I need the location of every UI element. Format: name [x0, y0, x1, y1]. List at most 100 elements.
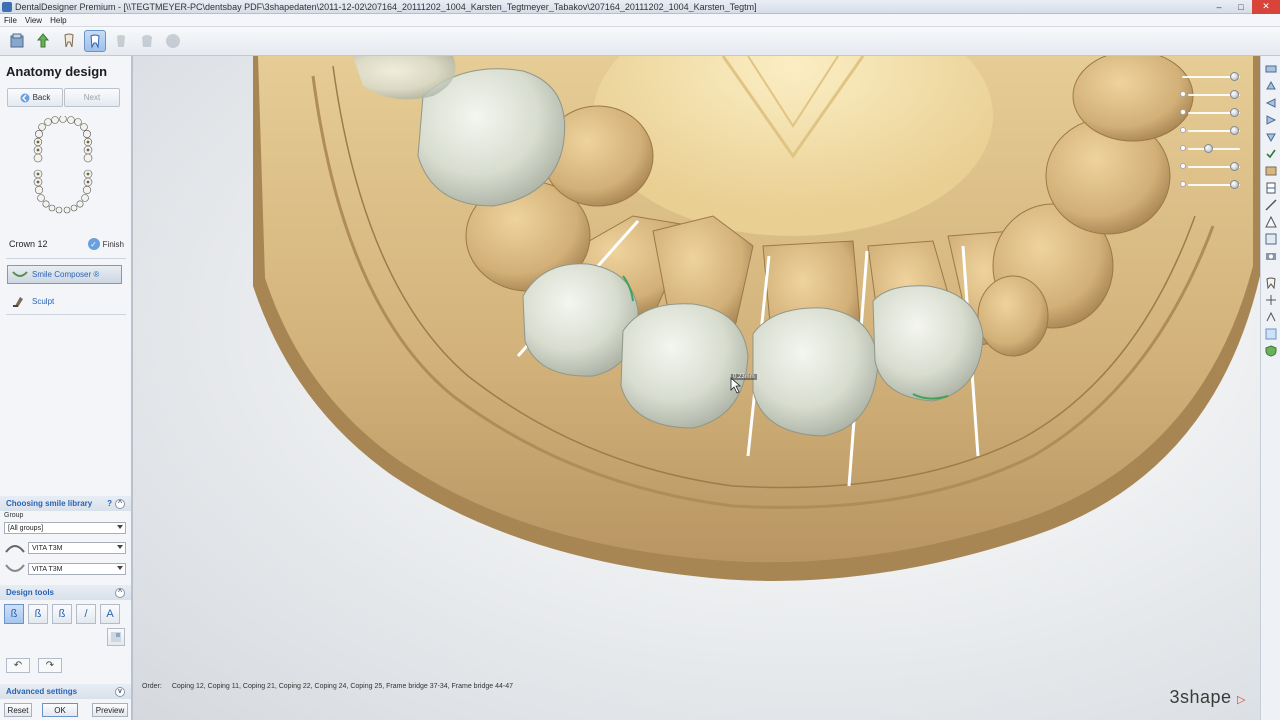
- model-visibility-icon[interactable]: [1264, 164, 1278, 178]
- next-label: Next: [83, 93, 101, 102]
- help-icon[interactable]: ?: [107, 499, 112, 508]
- next-button[interactable]: Next: [64, 88, 120, 107]
- group-select[interactable]: [All groups]: [4, 522, 126, 534]
- workflow-toolbar: [0, 27, 1280, 56]
- checkmark-icon: ✓: [87, 238, 100, 250]
- window-title: DentalDesigner Premium - [\\TEGTMEYER-PC…: [15, 1, 757, 12]
- dropdown-arrow-icon: [117, 545, 123, 549]
- undo-button[interactable]: ↶: [6, 658, 30, 673]
- dropdown-arrow-icon: [117, 566, 123, 570]
- view-toolbar: [1260, 56, 1280, 720]
- anatomy-design-icon[interactable]: [84, 30, 106, 52]
- brand-logo: 3shape ▷: [1169, 687, 1246, 708]
- slider-knob[interactable]: [1230, 90, 1239, 99]
- divider: [6, 314, 126, 315]
- grid-icon[interactable]: [1264, 232, 1278, 246]
- collapse-icon[interactable]: ^: [115, 498, 125, 509]
- slider-row[interactable]: [1180, 158, 1242, 176]
- collapse-icon[interactable]: ^: [115, 587, 125, 598]
- camera-icon[interactable]: [1264, 249, 1278, 263]
- pointer-icon[interactable]: [1264, 327, 1278, 341]
- sculpt-step[interactable]: Sculpt: [12, 294, 54, 308]
- slider-knob[interactable]: [1230, 180, 1239, 189]
- tooth-icon[interactable]: [58, 30, 80, 52]
- view-left-icon[interactable]: [1264, 96, 1278, 110]
- measure-icon[interactable]: [1264, 198, 1278, 212]
- back-button[interactable]: Back: [7, 88, 63, 107]
- tooth-chart-icon[interactable]: [28, 116, 98, 216]
- undo-icon: ↶: [13, 660, 23, 671]
- slider-row[interactable]: [1180, 140, 1242, 158]
- slider-row[interactable]: [1180, 104, 1242, 122]
- advanced-settings-header[interactable]: Advanced settings v: [0, 684, 131, 699]
- smile-library-title: Choosing smile library: [6, 499, 93, 508]
- smile-icon: [12, 270, 28, 277]
- design-tools-header[interactable]: Design tools ^: [0, 585, 131, 600]
- check-icon[interactable]: [1264, 147, 1278, 161]
- group-label: Group: [4, 512, 24, 519]
- tool-extra-icon[interactable]: [107, 628, 125, 646]
- menu-file[interactable]: File: [0, 16, 21, 25]
- tool-line-icon[interactable]: /: [76, 604, 96, 624]
- left-panel: Anatomy design Back Next Crown 12 ✓ Fini…: [0, 56, 133, 720]
- order-icon[interactable]: [6, 30, 28, 52]
- upload-icon[interactable]: [32, 30, 54, 52]
- back-arrow-icon: [20, 93, 30, 102]
- menu-view[interactable]: View: [21, 16, 46, 25]
- ok-button[interactable]: OK: [42, 703, 78, 717]
- smile-composer-step[interactable]: Smile Composer ®: [7, 265, 122, 284]
- logo-text: 3shape: [1169, 687, 1232, 707]
- menu-help[interactable]: Help: [46, 16, 70, 25]
- slider-knob[interactable]: [1230, 108, 1239, 117]
- order-label: Order:: [142, 683, 162, 690]
- align-icon[interactable]: [1264, 310, 1278, 324]
- view-right-icon[interactable]: [1264, 113, 1278, 127]
- warning-icon[interactable]: [1264, 215, 1278, 229]
- preview-button[interactable]: Preview: [92, 703, 128, 717]
- reset-button[interactable]: Reset: [4, 703, 32, 717]
- smile-library-header[interactable]: Choosing smile library ? ^: [0, 496, 131, 511]
- slider-knob[interactable]: [1230, 162, 1239, 171]
- slider-row[interactable]: [1180, 122, 1242, 140]
- close-button[interactable]: ✕: [1252, 0, 1280, 14]
- expand-icon[interactable]: v: [115, 686, 125, 697]
- slider-knob[interactable]: [1204, 144, 1213, 153]
- design-tools-title: Design tools: [6, 588, 55, 597]
- lower-library-select[interactable]: VITA T3M: [28, 563, 126, 575]
- maximize-button[interactable]: □: [1230, 0, 1252, 14]
- dropdown-arrow-icon: [117, 525, 123, 529]
- upper-library-value: VITA T3M: [32, 544, 63, 552]
- minimize-button[interactable]: –: [1208, 0, 1230, 14]
- upper-library-select[interactable]: VITA T3M: [28, 542, 126, 554]
- finish-icon[interactable]: [162, 30, 184, 52]
- tool-text-icon[interactable]: A: [100, 604, 120, 624]
- shield-icon[interactable]: [1264, 344, 1278, 358]
- menu-bar: File View Help: [0, 14, 1280, 27]
- crown-icon[interactable]: [110, 30, 132, 52]
- view-front-icon[interactable]: [1264, 79, 1278, 93]
- tool-group-icon[interactable]: ß: [28, 604, 48, 624]
- slider-row[interactable]: [1182, 68, 1242, 86]
- tool-all-icon[interactable]: ß: [52, 604, 72, 624]
- tooth-view-icon[interactable]: [1264, 276, 1278, 290]
- logo-mark-icon: ▷: [1237, 694, 1246, 706]
- transparency-sliders: [1180, 68, 1242, 194]
- smile-composer-label: Smile Composer ®: [32, 270, 100, 279]
- slider-row[interactable]: [1180, 86, 1242, 104]
- slider-knob[interactable]: [1230, 72, 1239, 81]
- finish-label: Finish: [102, 239, 124, 249]
- dental-model[interactable]: [133, 56, 1260, 720]
- lower-arch-icon: [5, 564, 25, 572]
- section-icon[interactable]: [1264, 181, 1278, 195]
- advanced-settings-title: Advanced settings: [6, 687, 78, 696]
- 3d-viewport[interactable]: 0.23mm Order: Coping 12, Coping 11, Copi…: [133, 56, 1260, 720]
- slider-row[interactable]: [1180, 176, 1242, 194]
- slider-knob[interactable]: [1230, 126, 1239, 135]
- view-bottom-icon[interactable]: [1264, 130, 1278, 144]
- model-icon[interactable]: [136, 30, 158, 52]
- finish-button[interactable]: ✓ Finish: [87, 238, 124, 250]
- view-top-icon[interactable]: [1264, 62, 1278, 76]
- tool-individual-icon[interactable]: ß: [4, 604, 24, 624]
- arrows-icon[interactable]: [1264, 293, 1278, 307]
- redo-button[interactable]: ↷: [38, 658, 62, 673]
